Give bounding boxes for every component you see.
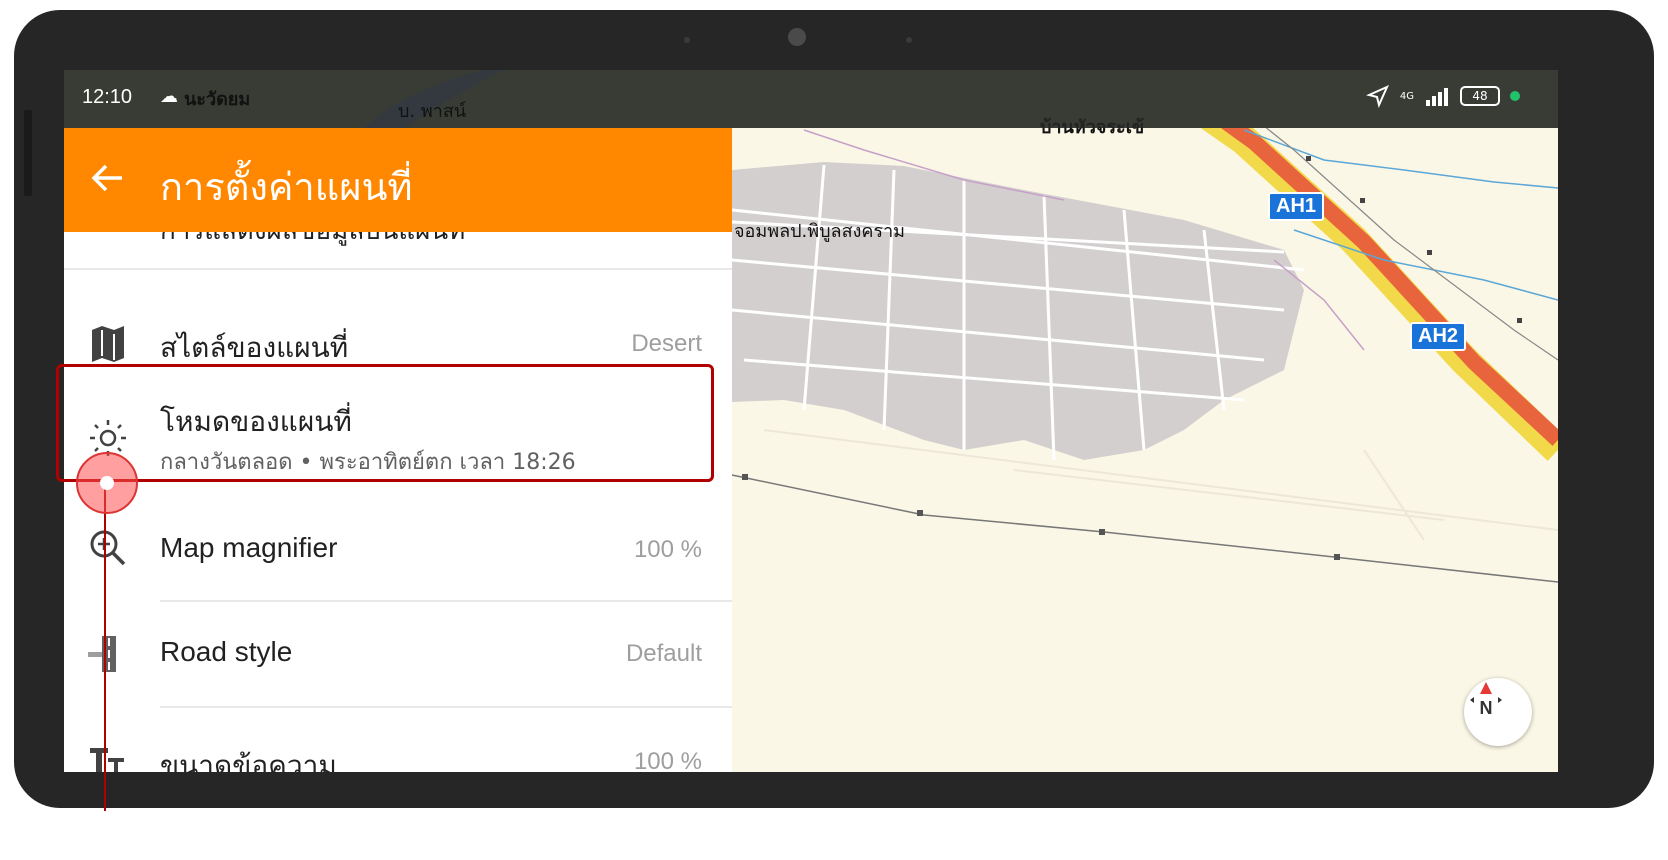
setting-value: 100 % <box>633 748 702 772</box>
side-button <box>24 110 32 196</box>
status-time: 12:10 <box>82 86 133 108</box>
location-arrow-icon <box>1365 85 1389 108</box>
road-icon <box>88 636 116 672</box>
highway-shield-ah1: AH1 <box>1268 192 1325 221</box>
setting-text-size[interactable]: ขนาดข้อความ 100 % <box>64 708 732 772</box>
front-camera <box>788 28 806 46</box>
annotation-leader-line <box>104 481 106 811</box>
active-indicator-dot <box>1510 91 1520 101</box>
setting-title: Road style <box>160 636 293 667</box>
section-header-truncated: การแสดงผลข้อมูลบนแผนที่ <box>64 232 732 270</box>
compass-icon: N <box>1470 682 1502 718</box>
signal-icon <box>1426 88 1448 106</box>
compass-button[interactable]: N <box>1464 678 1532 746</box>
sensor-dot <box>684 37 690 43</box>
map-label-top-1: นะวัดยม <box>184 89 251 110</box>
back-arrow-icon[interactable] <box>88 158 128 198</box>
svg-text:N: N <box>1480 698 1493 718</box>
settings-panel: การแสดงผลข้อมูลบนแผนที่ สไตล์ของแผนที่ D… <box>64 232 732 772</box>
setting-value: 100 % <box>633 536 702 563</box>
highlight-box <box>56 364 714 482</box>
setting-value: Default <box>625 640 702 667</box>
notification-icon: ☁ <box>160 86 178 107</box>
setting-map-magnifier[interactable]: Map magnifier 100 % <box>64 496 732 600</box>
setting-value: Desert <box>631 330 702 357</box>
highway-shield-ah2: AH2 <box>1410 322 1467 351</box>
setting-road-style[interactable]: Road style Default <box>64 602 732 706</box>
zoom-in-icon <box>90 530 126 566</box>
network-label: 4G <box>1399 90 1414 102</box>
map-label-top-2: บ. พาสน์ <box>398 101 467 122</box>
page-title: การตั้งค่าแผนที่ <box>160 165 413 209</box>
click-indicator <box>76 452 138 514</box>
map-label-camp: จอมพลป.พิบูลสงคราม <box>734 221 906 242</box>
app-toolbar: การตั้งค่าแผนที่ <box>64 128 732 232</box>
map-icon <box>92 326 124 362</box>
battery-icon: 48 <box>1460 86 1500 106</box>
status-icons: 4G 48 <box>1365 84 1520 108</box>
setting-title: Map magnifier <box>160 532 338 563</box>
battery-level: 48 <box>1472 89 1488 103</box>
text-size-icon <box>90 748 124 772</box>
status-bar: 12:10 ☁ นะวัดยม บ. พาสน์ 4G 48 <box>64 70 1558 128</box>
section-header-text: การแสดงผลข้อมูลบนแผนที่ <box>160 232 465 251</box>
sensor-dot <box>906 37 912 43</box>
setting-title: ขนาดข้อความ <box>160 750 337 772</box>
